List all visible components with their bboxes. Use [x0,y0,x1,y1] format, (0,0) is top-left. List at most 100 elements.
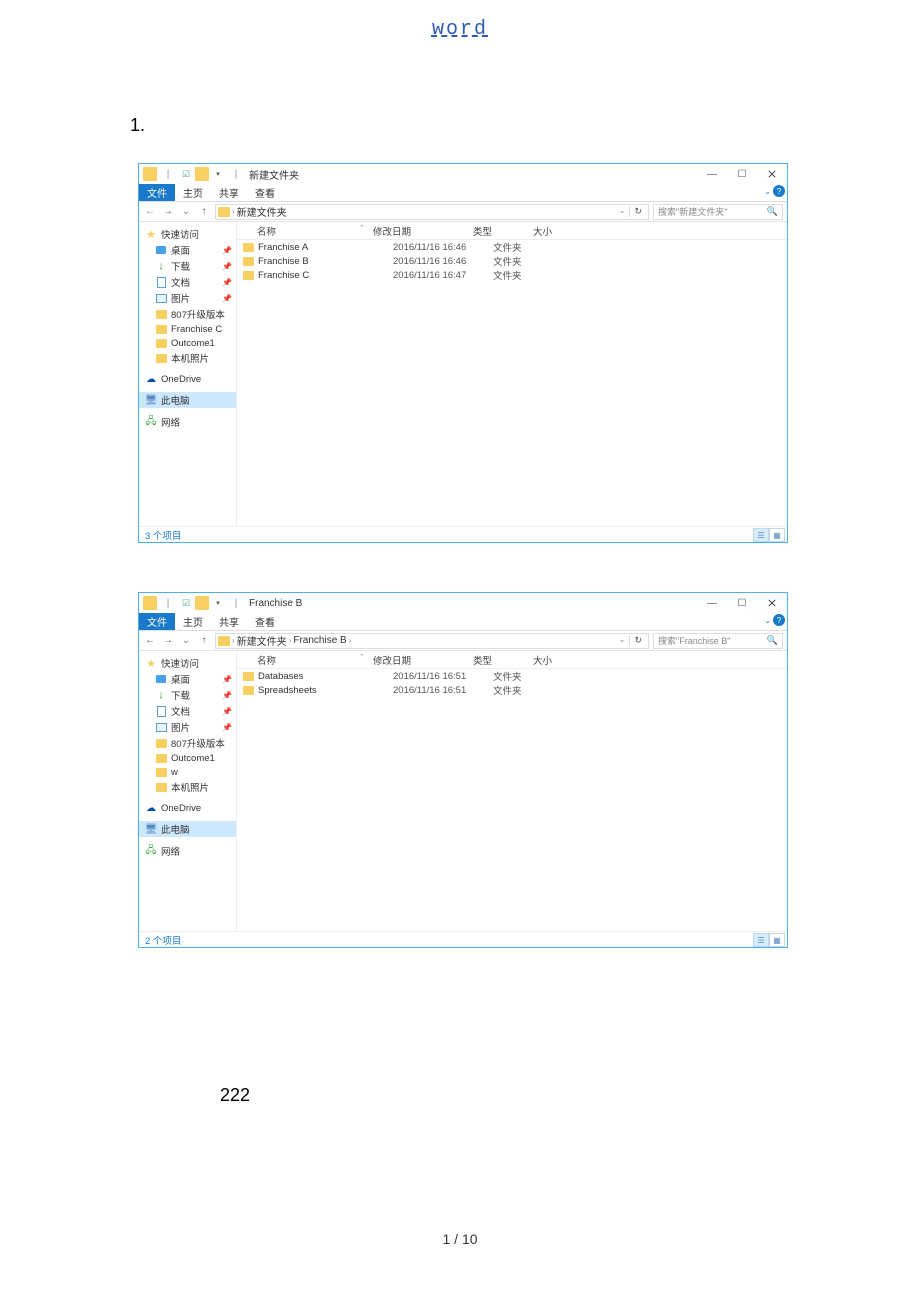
file-list: 名称⌃ 修改日期 类型 大小 Franchise A 2016/11/16 16… [237,222,787,526]
qat-icon[interactable]: ☑ [179,596,193,610]
file-type: 文件夹 [493,240,553,254]
nav-forward-button[interactable]: → [161,635,175,646]
nav-recent-dropdown[interactable]: ⌄ [179,206,193,217]
help-button[interactable]: ? [773,614,785,626]
separator: | [229,596,243,610]
file-row[interactable]: Franchise B 2016/11/16 16:46 文件夹 [237,254,787,268]
file-row[interactable]: Franchise C 2016/11/16 16:47 文件夹 [237,268,787,282]
folder-icon [243,257,254,266]
tab-home[interactable]: 主页 [175,184,211,201]
sidebar-folder-localpic[interactable]: 本机照片 [139,350,236,366]
pin-icon: 📌 [222,246,232,255]
sidebar-network[interactable]: 🖧网络 [139,843,236,859]
explorer-window-1: | ☑ ▾ | 新建文件夹 — ☐ 文件 主页 共享 查看 ⌄ ? ← → ⌄ … [138,163,788,543]
qat-dropdown-icon[interactable]: ▾ [211,596,225,610]
search-input[interactable]: 搜索"新建文件夹" 🔍 [653,204,783,220]
file-row[interactable]: Spreadsheets 2016/11/16 16:51 文件夹 [237,683,787,697]
nav-recent-dropdown[interactable]: ⌄ [179,635,193,646]
tab-file[interactable]: 文件 [139,184,175,201]
tab-share[interactable]: 共享 [211,184,247,201]
breadcrumb-item[interactable]: 新建文件夹 [237,633,287,648]
sidebar-documents[interactable]: 文档📌 [139,703,236,719]
breadcrumb[interactable]: › 新建文件夹 › Franchise B › ⌄ ↻ [215,633,649,649]
sidebar-documents[interactable]: 文档📌 [139,274,236,290]
sidebar-folder-w[interactable]: w [139,765,236,779]
nav-forward-button[interactable]: → [161,206,175,217]
sidebar-folder-outcome1[interactable]: Outcome1 [139,336,236,350]
sidebar-downloads[interactable]: ↓下载📌 [139,687,236,703]
column-size[interactable]: 大小 [533,653,593,667]
chevron-right-icon: › [289,636,292,645]
qat-dropdown-icon[interactable]: ▾ [211,167,225,181]
breadcrumb-item[interactable]: Franchise B [293,635,346,646]
close-button[interactable] [757,164,787,184]
desktop-icon [155,673,167,685]
ribbon-tabs: 文件 主页 共享 查看 ⌄ ? [139,184,787,202]
breadcrumb-dropdown-icon[interactable]: ⌄ [617,635,628,646]
folder-icon [155,781,167,793]
maximize-button[interactable]: ☐ [727,164,757,184]
sidebar-network[interactable]: 🖧网络 [139,414,236,430]
sidebar-quick-access[interactable]: ★快速访问 [139,226,236,242]
tab-share[interactable]: 共享 [211,613,247,630]
sidebar-this-pc[interactable]: 🖥此电脑 [139,821,236,837]
sidebar-quick-access[interactable]: ★快速访问 [139,655,236,671]
minimize-button[interactable]: — [697,593,727,613]
tab-view[interactable]: 查看 [247,613,283,630]
sidebar-folder-franchise-c[interactable]: Franchise C [139,322,236,336]
view-details-button[interactable]: ☰ [753,933,769,947]
nav-back-button[interactable]: ← [143,206,157,217]
column-name[interactable]: 名称⌃ [237,653,373,667]
refresh-button[interactable]: ↻ [629,635,646,646]
column-type[interactable]: 类型 [473,653,533,667]
view-icons-button[interactable]: ▦ [769,933,785,947]
file-row[interactable]: Databases 2016/11/16 16:51 文件夹 [237,669,787,683]
sidebar-folder-outcome1[interactable]: Outcome1 [139,751,236,765]
sidebar-folder-807[interactable]: 807升级版本 [139,306,236,322]
view-details-button[interactable]: ☰ [753,528,769,542]
help-button[interactable]: ? [773,185,785,197]
refresh-button[interactable]: ↻ [629,206,646,217]
column-name[interactable]: 名称⌃ [237,224,373,238]
column-type[interactable]: 类型 [473,224,533,238]
nav-back-button[interactable]: ← [143,635,157,646]
sidebar-desktop[interactable]: 桌面📌 [139,242,236,258]
search-input[interactable]: 搜索"Franchise B" 🔍 [653,633,783,649]
label: w [171,767,178,778]
breadcrumb-dropdown-icon[interactable]: ⌄ [617,206,628,217]
sidebar-folder-807[interactable]: 807升级版本 [139,735,236,751]
column-date[interactable]: 修改日期 [373,224,473,238]
tab-home[interactable]: 主页 [175,613,211,630]
sidebar-onedrive[interactable]: ☁OneDrive [139,372,236,386]
close-button[interactable] [757,593,787,613]
sidebar-pictures[interactable]: 图片📌 [139,290,236,306]
sidebar-downloads[interactable]: ↓下载📌 [139,258,236,274]
column-date[interactable]: 修改日期 [373,653,473,667]
maximize-button[interactable]: ☐ [727,593,757,613]
file-row[interactable]: Franchise A 2016/11/16 16:46 文件夹 [237,240,787,254]
sidebar-pictures[interactable]: 图片📌 [139,719,236,735]
sidebar-this-pc[interactable]: 🖥此电脑 [139,392,236,408]
qat-icon[interactable]: ☑ [179,167,193,181]
column-size[interactable]: 大小 [533,224,593,238]
file-name-label: Franchise B [258,256,309,267]
download-icon: ↓ [155,689,167,701]
folder-icon [155,752,167,764]
view-icons-button[interactable]: ▦ [769,528,785,542]
tab-view[interactable]: 查看 [247,184,283,201]
quick-access-toolbar: | ☑ ▾ | [139,167,245,181]
nav-up-button[interactable]: ↑ [197,206,211,217]
sidebar-onedrive[interactable]: ☁OneDrive [139,801,236,815]
breadcrumb-item[interactable]: 新建文件夹 [237,204,287,219]
breadcrumb[interactable]: › 新建文件夹 ⌄ ↻ [215,204,649,220]
ribbon-expand-icon[interactable]: ⌄ [764,187,771,196]
sidebar-folder-localpic[interactable]: 本机照片 [139,779,236,795]
sidebar-desktop[interactable]: 桌面📌 [139,671,236,687]
minimize-button[interactable]: — [697,164,727,184]
nav-up-button[interactable]: ↑ [197,635,211,646]
status-bar: 3 个项目 ☰ ▦ [139,526,787,542]
ribbon-expand-icon[interactable]: ⌄ [764,616,771,625]
pin-icon: 📌 [222,675,232,684]
tab-file[interactable]: 文件 [139,613,175,630]
pin-icon: 📌 [222,278,232,287]
